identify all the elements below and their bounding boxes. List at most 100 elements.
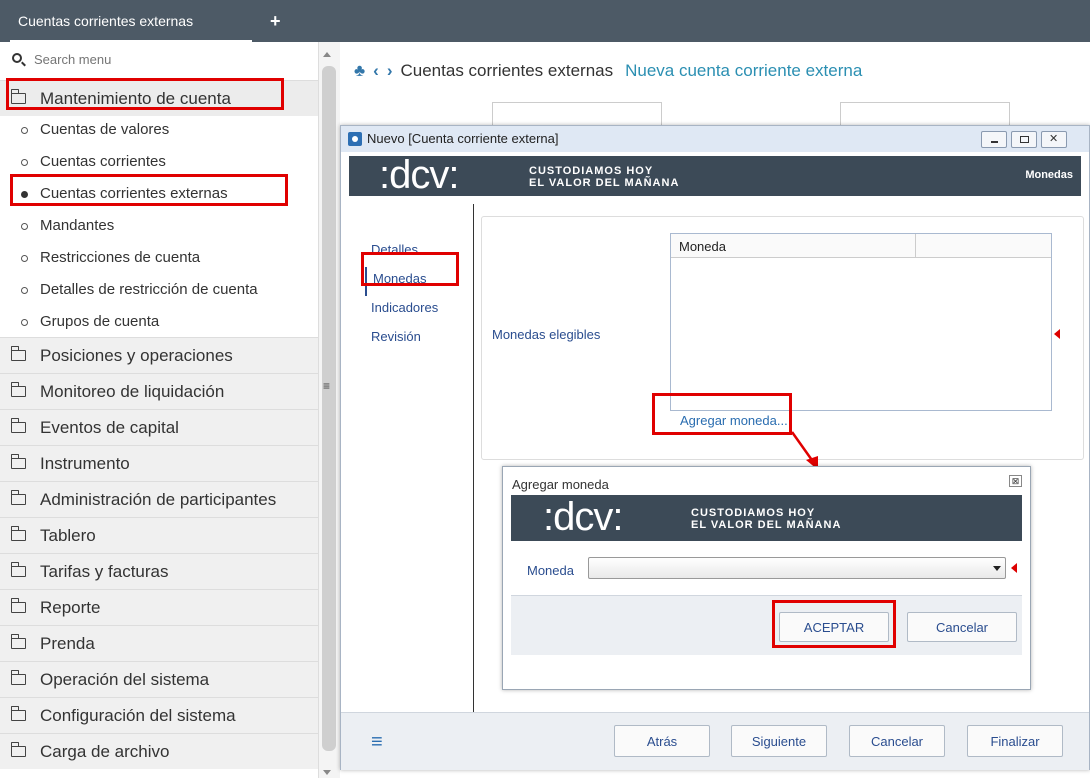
sidebar-section-instrumento[interactable]: Instrumento xyxy=(0,445,318,481)
sitemap-icon[interactable]: ♣ xyxy=(354,60,365,82)
bullet-icon xyxy=(21,287,28,294)
nav-revision[interactable]: Revisión xyxy=(359,325,438,354)
section-label: Prenda xyxy=(40,634,95,653)
folder-icon xyxy=(10,526,26,541)
top-bar: Cuentas corrientes externas + xyxy=(0,0,1090,42)
moneda-field-label: Moneda xyxy=(527,563,574,578)
sidebar-section-reporte[interactable]: Reporte xyxy=(0,589,318,625)
sidebar-section-configuracion[interactable]: Configuración del sistema xyxy=(0,697,318,733)
folder-icon xyxy=(10,382,26,397)
section-label: Reporte xyxy=(40,598,101,617)
grid-header-moneda[interactable]: Moneda xyxy=(679,239,726,254)
breadcrumb-current: Nueva cuenta corriente externa xyxy=(625,61,863,80)
folder-icon xyxy=(10,742,26,757)
sidebar-section-administracion[interactable]: Administración de participantes xyxy=(0,481,318,517)
tagline-line-2: EL VALOR DEL MAÑANA xyxy=(529,177,680,189)
nav-indicadores[interactable]: Indicadores xyxy=(359,296,438,325)
section-label: Carga de archivo xyxy=(40,742,170,761)
minimize-icon[interactable] xyxy=(981,131,1007,148)
aceptar-button[interactable]: ACEPTAR xyxy=(779,612,889,642)
tagline-line-2: EL VALOR DEL MAÑANA xyxy=(691,519,842,531)
sidebar-item-mandantes[interactable]: Mandantes xyxy=(0,210,318,242)
maximize-icon[interactable] xyxy=(1011,131,1037,148)
dialog-close-icon[interactable]: ⊠ xyxy=(1009,475,1022,487)
section-label: Instrumento xyxy=(40,454,130,473)
required-marker-icon xyxy=(1011,563,1017,573)
resize-grip-icon[interactable]: ≡ xyxy=(323,379,330,393)
window-titlebar: Nuevo [Cuenta corriente externa] ✕ xyxy=(341,126,1089,152)
sidebar-scrollbar[interactable]: ≡ xyxy=(318,42,340,778)
dcv-logo: :dcv: xyxy=(379,153,459,197)
section-label: Tarifas y facturas xyxy=(40,562,169,581)
wizard-footer: ≡ Atrás Siguiente Cancelar Finalizar xyxy=(341,712,1089,770)
sidebar-item-cuentas-de-valores[interactable]: Cuentas de valores xyxy=(0,114,318,146)
sidebar-section-carga[interactable]: Carga de archivo xyxy=(0,733,318,769)
cancelar-button[interactable]: Cancelar xyxy=(849,725,945,757)
scroll-up-icon[interactable] xyxy=(323,52,331,57)
bullet-icon xyxy=(21,127,28,134)
siguiente-button[interactable]: Siguiente xyxy=(731,725,827,757)
dcv-logo: :dcv: xyxy=(543,495,623,539)
sidebar-section-mantenimiento[interactable]: Mantenimiento de cuenta xyxy=(0,80,318,116)
item-label: Grupos de cuenta xyxy=(40,313,160,330)
wizard-nav: Detalles Monedas Indicadores Revisión xyxy=(359,238,438,354)
finalizar-button[interactable]: Finalizar xyxy=(967,725,1063,757)
nav-detalles[interactable]: Detalles xyxy=(359,238,438,267)
folder-icon xyxy=(10,490,26,505)
sidebar-item-grupos-de-cuenta[interactable]: Grupos de cuenta xyxy=(0,306,318,338)
folder-icon xyxy=(10,346,26,361)
chevron-down-icon[interactable] xyxy=(993,566,1001,571)
monedas-elegibles-label: Monedas elegibles xyxy=(492,327,601,342)
sidebar-item-cuentas-corrientes[interactable]: Cuentas corrientes xyxy=(0,146,318,178)
search-input[interactable] xyxy=(34,52,304,67)
banner-tagline: CUSTODIAMOS HOY EL VALOR DEL MAÑANA xyxy=(529,165,679,189)
section-label: Operación del sistema xyxy=(40,670,210,689)
folder-icon xyxy=(10,706,26,721)
back-icon[interactable]: ‹ xyxy=(373,60,379,82)
forward-icon[interactable]: › xyxy=(387,60,393,82)
tagline-line-1: CUSTODIAMOS HOY xyxy=(691,507,816,519)
agregar-moneda-link[interactable]: Agregar moneda... xyxy=(680,413,788,428)
section-label: Mantenimiento de cuenta xyxy=(40,89,231,108)
folder-icon xyxy=(10,454,26,469)
section-label: Monitoreo de liquidación xyxy=(40,382,225,401)
monedas-grid[interactable]: Moneda xyxy=(670,233,1052,411)
item-label: Mandantes xyxy=(40,217,115,234)
sidebar-item-detalles-restriccion[interactable]: Detalles de restricción de cuenta xyxy=(0,274,318,306)
atras-button[interactable]: Atrás xyxy=(614,725,710,757)
sidebar-section-tablero[interactable]: Tablero xyxy=(0,517,318,553)
folder-open-icon xyxy=(10,89,26,104)
moneda-select[interactable] xyxy=(588,557,1006,579)
sidebar-section-eventos[interactable]: Eventos de capital xyxy=(0,409,318,445)
menu-icon[interactable]: ≡ xyxy=(371,732,383,752)
sidebar-item-restricciones[interactable]: Restricciones de cuenta xyxy=(0,242,318,274)
scroll-down-icon[interactable] xyxy=(323,770,331,775)
section-label: Tablero xyxy=(40,526,96,545)
window-title: Nuevo [Cuenta corriente externa] xyxy=(367,131,559,146)
sidebar-section-prenda[interactable]: Prenda xyxy=(0,625,318,661)
item-label: Restricciones de cuenta xyxy=(40,249,201,266)
item-label: Cuentas corrientes xyxy=(40,153,166,170)
banner-tagline: CUSTODIAMOS HOY EL VALOR DEL MAÑANA xyxy=(691,507,841,531)
sidebar-menu: Mantenimiento de cuenta Cuentas de valor… xyxy=(0,42,318,778)
breadcrumb-parent[interactable]: Cuentas corrientes externas xyxy=(401,61,614,80)
sidebar-section-operacion[interactable]: Operación del sistema xyxy=(0,661,318,697)
folder-icon xyxy=(10,418,26,433)
scroll-thumb[interactable] xyxy=(322,66,336,751)
section-label: Posiciones y operaciones xyxy=(40,346,233,365)
dcv-banner: :dcv: CUSTODIAMOS HOY EL VALOR DEL MAÑANA… xyxy=(349,153,1081,197)
sidebar-section-posiciones[interactable]: Posiciones y operaciones xyxy=(0,337,318,373)
sidebar-section-monitoreo[interactable]: Monitoreo de liquidación xyxy=(0,373,318,409)
tab-cuentas-corrientes-externas[interactable]: Cuentas corrientes externas xyxy=(10,10,252,42)
add-tab-icon[interactable]: + xyxy=(270,12,281,30)
nav-monedas[interactable]: Monedas xyxy=(365,267,438,296)
item-label: Detalles de restricción de cuenta xyxy=(40,281,258,298)
close-icon[interactable]: ✕ xyxy=(1041,131,1067,148)
sidebar-section-tarifas[interactable]: Tarifas y facturas xyxy=(0,553,318,589)
item-label: Cuentas de valores xyxy=(40,121,170,138)
dialog-cancelar-button[interactable]: Cancelar xyxy=(907,612,1017,642)
tagline-line-1: CUSTODIAMOS HOY xyxy=(529,165,654,177)
grid-column-separator xyxy=(915,234,916,258)
sidebar-item-cuentas-corrientes-externas[interactable]: Cuentas corrientes externas xyxy=(0,178,318,210)
section-label: Eventos de capital xyxy=(40,418,179,437)
